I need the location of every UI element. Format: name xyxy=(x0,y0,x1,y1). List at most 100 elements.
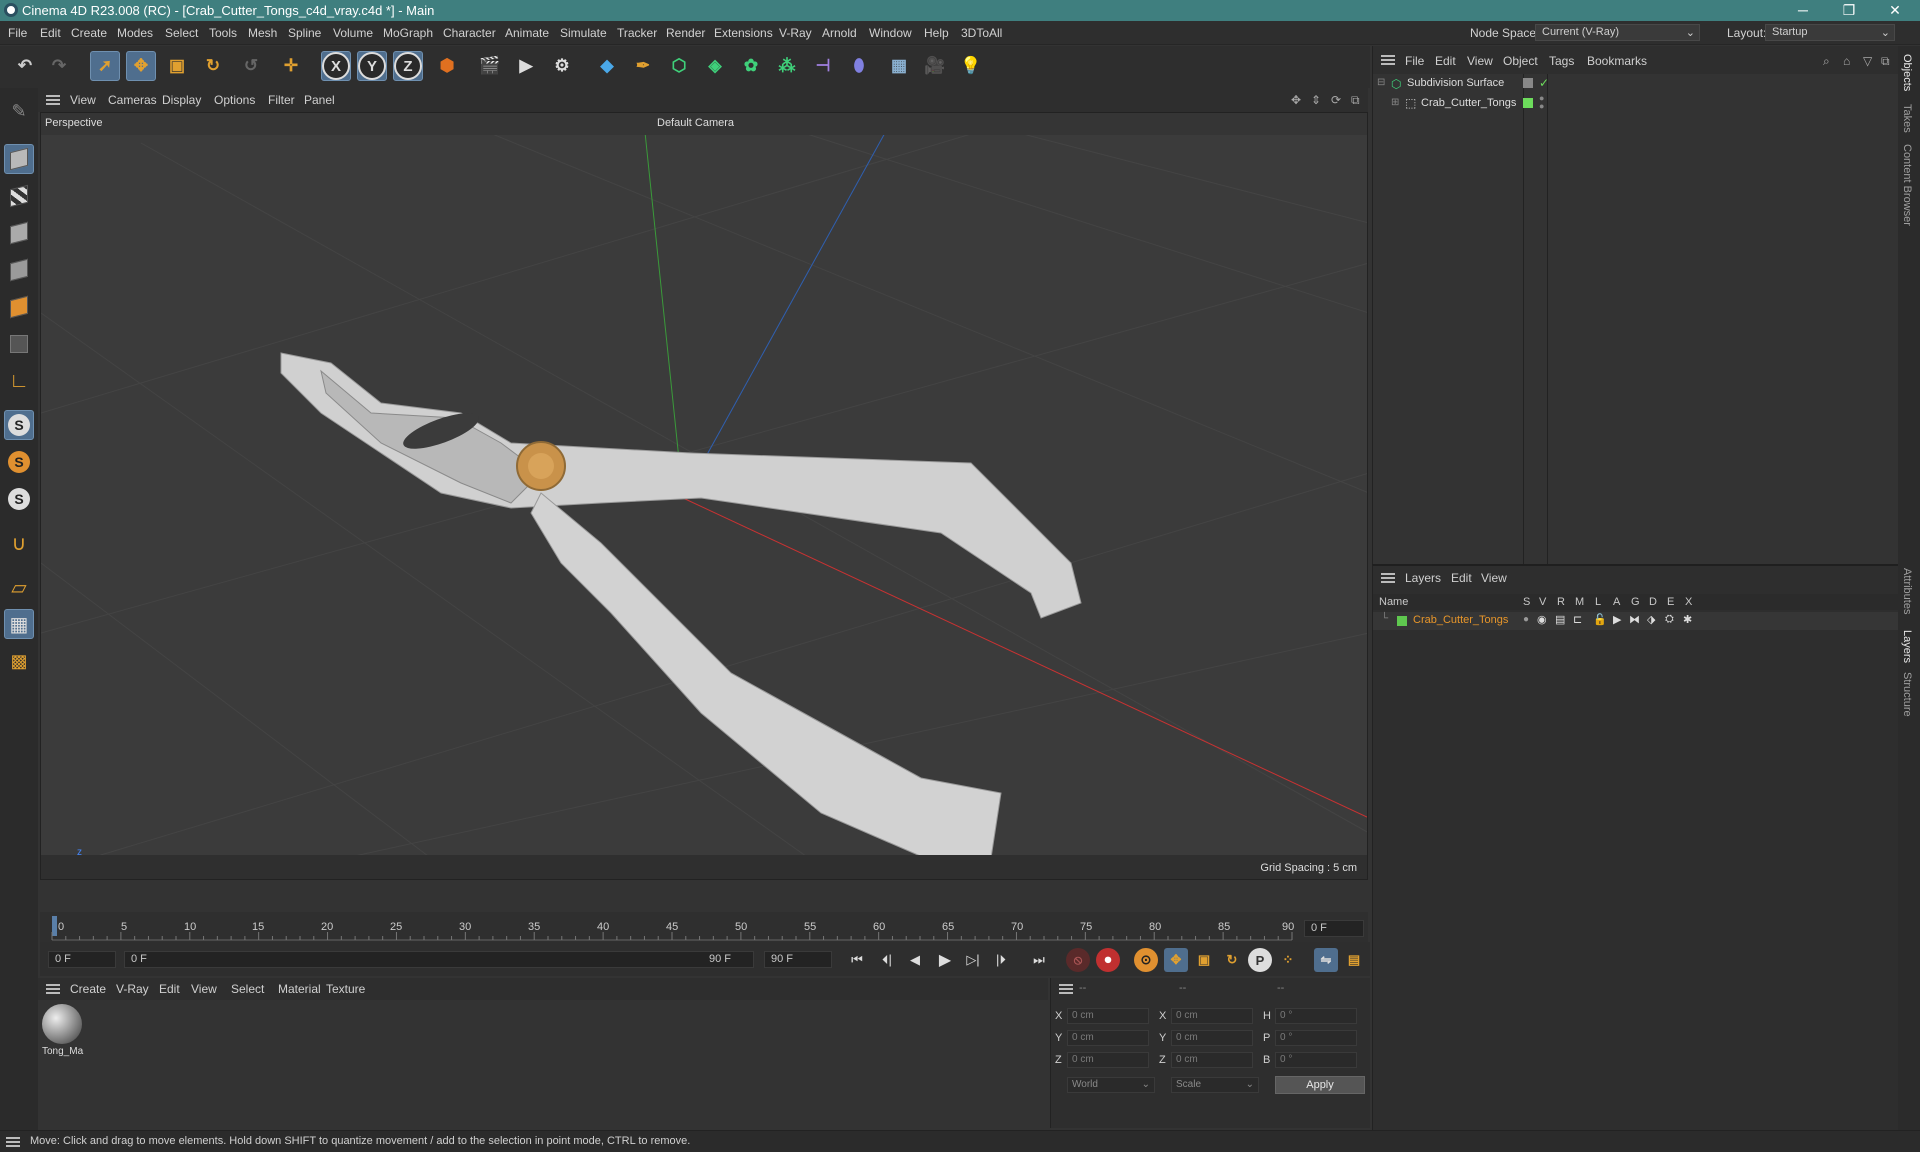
tab-structure[interactable]: Structure xyxy=(1901,672,1913,717)
close-button[interactable]: ✕ xyxy=(1872,0,1918,21)
collapse-icon[interactable]: ⊟ xyxy=(1377,77,1385,88)
menu-modes[interactable]: Modes xyxy=(117,26,153,40)
deformers-toggle-icon[interactable]: ⬗ xyxy=(1647,613,1655,626)
rotate-tool-icon[interactable]: ↻ xyxy=(198,51,228,81)
layer-name[interactable]: Crab_Cutter_Tongs xyxy=(1413,614,1508,626)
extrude-icon[interactable]: ◈ xyxy=(700,51,730,81)
menu-character[interactable]: Character xyxy=(443,26,496,40)
tab-objects[interactable]: Objects xyxy=(1901,54,1913,91)
key-scale-icon[interactable]: ▣ xyxy=(1192,948,1216,972)
end-frame-field[interactable]: 90 F xyxy=(764,951,832,968)
mograph-icon[interactable]: ⁂ xyxy=(772,51,802,81)
column-name[interactable]: Name xyxy=(1379,596,1408,608)
menu-window[interactable]: Window xyxy=(869,26,912,40)
material-menu-select[interactable]: Select xyxy=(231,982,264,996)
menu-simulate[interactable]: Simulate xyxy=(560,26,607,40)
menu-vray[interactable]: V-Ray xyxy=(779,26,812,40)
filter-icon[interactable]: ▽ xyxy=(1863,54,1872,68)
start-frame-field[interactable]: 0 F xyxy=(48,951,116,968)
polygon-mode-icon[interactable] xyxy=(4,292,34,322)
timeline-window-icon[interactable]: ▤ xyxy=(1342,948,1366,972)
play-icon[interactable]: ▶ xyxy=(934,949,956,971)
column-manager[interactable]: M xyxy=(1575,596,1584,608)
floor-icon[interactable]: ▦ xyxy=(884,51,914,81)
tab-layers[interactable]: Layers xyxy=(1901,630,1913,663)
lock-toggle-icon[interactable]: 🔓 xyxy=(1593,613,1607,626)
rotation-p-field[interactable]: 0 ° xyxy=(1275,1030,1357,1046)
tree-row[interactable]: ⊟ ⬡ Subdivision Surface ✓ xyxy=(1373,74,1899,564)
light-icon[interactable]: 💡 xyxy=(956,51,986,81)
frame-range-slider[interactable]: 0 F 90 F xyxy=(124,951,754,968)
menu-tracker[interactable]: Tracker xyxy=(617,26,657,40)
new-window-icon[interactable]: ⧉ xyxy=(1881,54,1890,69)
object-menu-bookmarks[interactable]: Bookmarks xyxy=(1587,54,1647,68)
column-solo[interactable]: S xyxy=(1523,596,1530,608)
point-mode-icon[interactable] xyxy=(4,218,34,248)
viewport-rotate-icon[interactable]: ⟳ xyxy=(1331,93,1341,107)
layer-menu-view[interactable]: View xyxy=(1481,571,1507,585)
redo-icon[interactable]: ↷ xyxy=(44,51,74,81)
object-menu-object[interactable]: Object xyxy=(1503,54,1538,68)
viewport-menu-display[interactable]: Display xyxy=(162,93,201,107)
motion-system-icon[interactable]: ⇋ xyxy=(1314,948,1338,972)
node-space-dropdown[interactable]: Current (V-Ray) ⌄ xyxy=(1535,24,1700,41)
layer-color-swatch[interactable] xyxy=(1523,98,1533,108)
object-menu-view[interactable]: View xyxy=(1467,54,1493,68)
column-deformers[interactable]: D xyxy=(1649,596,1657,608)
visibility-dots-icon[interactable]: ● ● xyxy=(1539,94,1544,111)
restore-button[interactable]: ❐ xyxy=(1826,0,1872,21)
column-view[interactable]: V xyxy=(1539,596,1546,608)
column-xref[interactable]: X xyxy=(1685,596,1692,608)
record-active-icon[interactable]: ⦸ xyxy=(1066,948,1090,972)
menu-help[interactable]: Help xyxy=(924,26,949,40)
snap-workplane-icon[interactable]: S xyxy=(4,484,34,514)
menu-render[interactable]: Render xyxy=(666,26,705,40)
generators-toggle-icon[interactable]: ⧓ xyxy=(1629,613,1640,626)
home-icon[interactable]: ⌂ xyxy=(1843,54,1850,68)
rotation-b-field[interactable]: 0 ° xyxy=(1275,1052,1357,1068)
current-frame-field[interactable]: 0 F xyxy=(1304,920,1364,937)
apply-button[interactable]: Apply xyxy=(1275,1076,1365,1094)
texture-mode-icon[interactable] xyxy=(4,181,34,211)
select-tool-icon[interactable]: ➚ xyxy=(90,51,120,81)
material-menu-material[interactable]: Material xyxy=(278,982,321,996)
z-axis-toggle[interactable]: Z xyxy=(393,51,423,81)
menu-arnold[interactable]: Arnold xyxy=(822,26,857,40)
render-settings-icon[interactable]: ⚙ xyxy=(547,51,577,81)
menu-create[interactable]: Create xyxy=(71,26,107,40)
position-x-field[interactable]: 0 cm xyxy=(1067,1008,1149,1024)
menu-file[interactable]: File xyxy=(8,26,27,40)
position-z-field[interactable]: 0 cm xyxy=(1067,1052,1149,1068)
keyframe-selection-icon[interactable]: ⊙ xyxy=(1134,948,1158,972)
material-menu-view[interactable]: View xyxy=(191,982,217,996)
transform-tool-icon[interactable]: ✛ xyxy=(276,51,306,81)
viewport-menu-cameras[interactable]: Cameras xyxy=(108,93,157,107)
coordinate-system-dropdown[interactable]: World ⌄ xyxy=(1067,1077,1155,1093)
layout-dropdown[interactable]: Startup ⌄ xyxy=(1765,24,1895,41)
object-menu-tags[interactable]: Tags xyxy=(1549,54,1574,68)
viewport-move-icon[interactable]: ✥ xyxy=(1291,93,1301,107)
grid-icon[interactable]: ▦ xyxy=(4,609,34,639)
size-mode-dropdown[interactable]: Scale ⌄ xyxy=(1171,1077,1259,1093)
column-render[interactable]: R xyxy=(1557,596,1565,608)
next-key-icon[interactable]: |⏵ xyxy=(990,949,1012,971)
material-menu-edit[interactable]: Edit xyxy=(159,982,180,996)
viewport-3d[interactable]: Perspective Default Camera y z x Grid Sp… xyxy=(40,112,1368,880)
camera-icon[interactable]: 🎥 xyxy=(920,51,950,81)
viewport-zoom-icon[interactable]: ⇕ xyxy=(1311,93,1321,107)
size-y-field[interactable]: 0 cm xyxy=(1171,1030,1253,1046)
go-to-end-icon[interactable]: ⏭ xyxy=(1028,949,1050,971)
viewport-menu-view[interactable]: View xyxy=(70,93,96,107)
y-axis-toggle[interactable]: Y xyxy=(357,51,387,81)
key-parameter-icon[interactable]: P xyxy=(1248,948,1272,972)
animation-toggle-icon[interactable]: ▶ xyxy=(1613,613,1621,626)
subdivision-surface-icon[interactable]: ⬡ xyxy=(664,51,694,81)
material-menu-create[interactable]: Create xyxy=(70,982,106,996)
menu-volume[interactable]: Volume xyxy=(333,26,373,40)
x-axis-toggle[interactable]: X xyxy=(321,51,351,81)
xref-toggle-icon[interactable]: ✱ xyxy=(1683,613,1692,626)
pen-spline-icon[interactable]: ✒ xyxy=(628,51,658,81)
previous-key-icon[interactable]: ⏴| xyxy=(876,949,898,971)
next-frame-icon[interactable]: ▷| xyxy=(962,949,984,971)
object-name[interactable]: Subdivision Surface xyxy=(1407,77,1504,89)
